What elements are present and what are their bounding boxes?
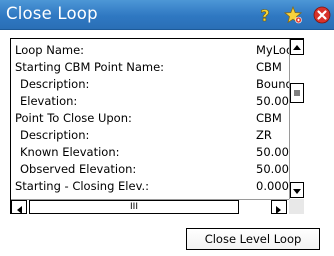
favorite-star-icon[interactable] bbox=[284, 6, 302, 24]
scroll-left-arrow-icon bbox=[17, 206, 22, 214]
scroll-down-button[interactable] bbox=[290, 182, 304, 198]
scroll-left-button[interactable] bbox=[11, 200, 27, 214]
help-icon[interactable]: ? bbox=[256, 6, 274, 24]
field-value: Bound bbox=[256, 77, 289, 91]
scroll-up-arrow-icon bbox=[293, 45, 301, 50]
list-item[interactable]: Loop Name: MyLoo bbox=[11, 42, 289, 58]
scroll-right-button[interactable] bbox=[271, 200, 287, 214]
svg-text:?: ? bbox=[260, 6, 269, 24]
vertical-scroll-thumb[interactable] bbox=[290, 83, 304, 103]
scroll-up-button[interactable] bbox=[290, 39, 304, 55]
field-label: Description: bbox=[20, 128, 90, 142]
field-value: ZR bbox=[256, 128, 272, 142]
loop-details-rows: Loop Name: MyLoo Starting CBM Point Name: C… bbox=[11, 39, 289, 199]
field-value: 50.000 bbox=[256, 145, 289, 159]
list-item[interactable]: Starting CBM Point Name: CBM bbox=[11, 59, 289, 75]
field-value: CBM bbox=[256, 111, 282, 125]
field-label: Point To Close Upon: bbox=[15, 111, 132, 125]
close-icon[interactable] bbox=[313, 6, 331, 24]
field-label: Observed Elevation: bbox=[20, 162, 137, 176]
field-label: Starting CBM Point Name: bbox=[15, 60, 165, 74]
field-label: Starting - Closing Elev.: bbox=[15, 179, 150, 193]
close-level-loop-button[interactable]: Close Level Loop bbox=[186, 228, 320, 250]
horizontal-scrollbar[interactable]: III bbox=[11, 199, 289, 214]
loop-details-list[interactable]: Loop Name: MyLoo Starting CBM Point Name: C… bbox=[10, 38, 304, 214]
field-value: 50.000 bbox=[256, 94, 289, 108]
title-bar: Close Loop ? bbox=[0, 0, 334, 30]
field-label: Loop Name: bbox=[15, 43, 85, 57]
grip-glyph: III bbox=[130, 202, 138, 212]
list-item[interactable]: Elevation: 50.000 bbox=[11, 93, 289, 109]
field-value: 50.000 bbox=[256, 162, 289, 176]
field-value: CBM bbox=[256, 60, 282, 74]
field-label: Description: bbox=[20, 77, 90, 91]
scrollbar-corner bbox=[289, 199, 304, 214]
field-value: 0.000 bbox=[256, 179, 289, 193]
scroll-down-arrow-icon bbox=[293, 189, 301, 194]
list-item[interactable]: Known Elevation: 50.000 bbox=[11, 144, 289, 160]
list-item[interactable]: Point To Close Upon: CBM bbox=[11, 110, 289, 126]
list-item[interactable]: Observed Elevation: 50.000 bbox=[11, 161, 289, 177]
field-label: Elevation: bbox=[20, 94, 78, 108]
list-item[interactable]: Description: Bound bbox=[11, 76, 289, 92]
list-item[interactable]: Starting - Closing Elev.: 0.000 bbox=[11, 178, 289, 194]
grip-lines-icon bbox=[294, 90, 300, 96]
scroll-right-arrow-icon bbox=[276, 206, 281, 214]
list-item[interactable]: Description: ZR bbox=[11, 127, 289, 143]
horizontal-scroll-thumb[interactable]: III bbox=[29, 200, 239, 214]
field-value: MyLoo bbox=[256, 43, 289, 57]
field-label: Known Elevation: bbox=[20, 145, 120, 159]
vertical-scrollbar[interactable] bbox=[289, 39, 304, 199]
window-title: Close Loop bbox=[6, 4, 98, 23]
